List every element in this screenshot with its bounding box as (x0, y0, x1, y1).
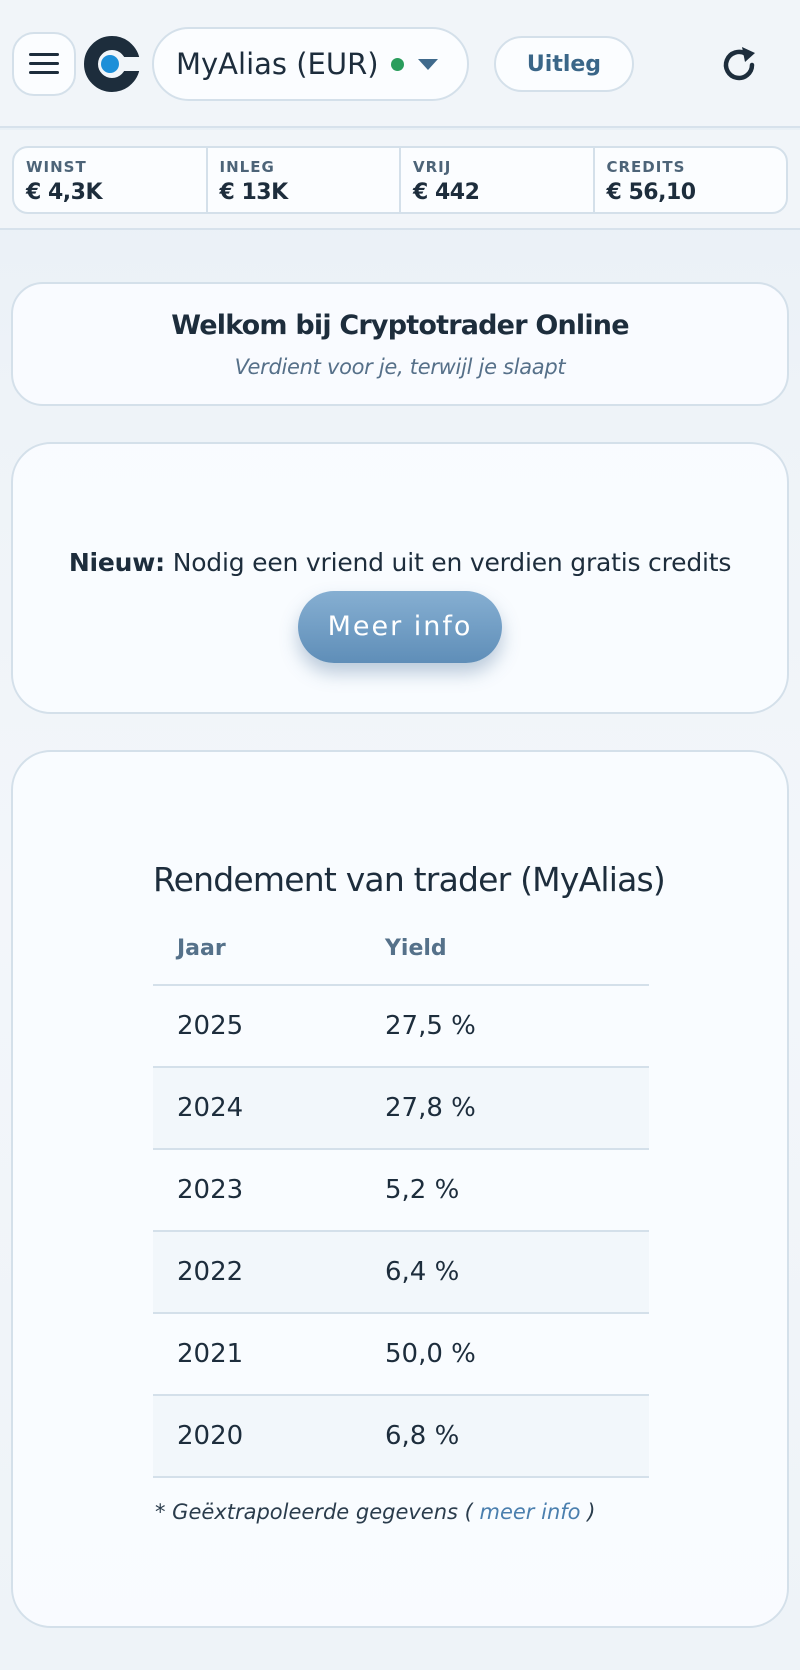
year-cell: 2022 (177, 1257, 244, 1287)
top-bar: MyAlias (EUR) Uitleg (0, 0, 800, 128)
invite-more-info-button[interactable]: Meer info (298, 591, 502, 663)
footnote: * Geëxtrapoleerde gegevens ( meer info ) (155, 1500, 595, 1524)
explain-button[interactable]: Uitleg (494, 36, 634, 92)
invite-text: Nieuw: Nodig een vriend uit en verdien g… (13, 548, 787, 577)
footnote-more-info-link[interactable]: meer info (480, 1500, 581, 1524)
stat-value: € 4,3K (26, 180, 102, 205)
invite-prefix: Nieuw: (68, 548, 165, 577)
footnote-suffix: ) (580, 1500, 596, 1524)
refresh-icon[interactable] (718, 44, 760, 86)
yield-cell: 27,5 % (385, 1011, 476, 1041)
stat-credits: CREDITS € 56,10 (592, 148, 787, 212)
stat-label: VRIJ (413, 158, 452, 176)
table-row: 2021 50,0 % (153, 1314, 649, 1396)
yield-card: Rendement van trader (MyAlias) Jaar Yiel… (11, 750, 789, 1628)
yield-cell: 6,4 % (385, 1257, 460, 1287)
menu-button[interactable] (12, 32, 76, 96)
yield-cell: 50,0 % (385, 1339, 476, 1369)
welcome-subtitle: Verdient voor je, terwijl je slaapt (234, 355, 566, 379)
yield-cell: 6,8 % (385, 1421, 460, 1451)
yield-table: Jaar Yield 2025 27,5 % 2024 27,8 % 2023 … (153, 912, 649, 1478)
column-header-yield: Yield (385, 935, 447, 961)
chevron-down-icon (417, 58, 438, 70)
table-row: 2022 6,4 % (153, 1232, 649, 1314)
welcome-title: Welkom bij Cryptotrader Online (171, 310, 629, 341)
table-row: 2024 27,8 % (153, 1068, 649, 1150)
stat-label: WINST (26, 158, 87, 176)
welcome-card: Welkom bij Cryptotrader Online Verdient … (11, 282, 789, 406)
table-row: 2020 6,8 % (153, 1396, 649, 1478)
table-header: Jaar Yield (153, 912, 649, 986)
status-dot (390, 57, 404, 71)
stat-value: € 13K (219, 180, 289, 205)
yield-cell: 27,8 % (385, 1093, 476, 1123)
stat-winst: WINST € 4,3K (14, 148, 206, 212)
stat-vrij: VRIJ € 442 (399, 148, 593, 212)
year-cell: 2021 (177, 1339, 244, 1369)
column-header-year: Jaar (177, 935, 226, 961)
year-cell: 2025 (177, 1011, 244, 1041)
logo-icon (84, 36, 140, 92)
stat-label: CREDITS (606, 158, 686, 176)
invite-message: Nodig een vriend uit en verdien gratis c… (164, 548, 732, 577)
yield-cell: 5,2 % (385, 1175, 460, 1205)
account-name: MyAlias (EUR) (176, 47, 379, 81)
table-row: 2025 27,5 % (153, 986, 649, 1068)
table-row: 2023 5,2 % (153, 1150, 649, 1232)
footnote-text: * Geëxtrapoleerde gegevens ( (155, 1500, 480, 1524)
invite-card: Nieuw: Nodig een vriend uit en verdien g… (11, 442, 789, 714)
menu-icon (29, 53, 59, 75)
stats-panel: WINST € 4,3K INLEG € 13K VRIJ € 442 CRED… (12, 146, 788, 214)
yield-title: Rendement van trader (MyAlias) (153, 860, 666, 899)
stat-value: € 442 (413, 180, 480, 205)
year-cell: 2023 (177, 1175, 244, 1205)
stat-inleg: INLEG € 13K (205, 148, 400, 212)
stat-label: INLEG (219, 158, 275, 176)
stats-bar: WINST € 4,3K INLEG € 13K VRIJ € 442 CRED… (0, 130, 800, 230)
year-cell: 2024 (177, 1093, 244, 1123)
stat-value: € 56,10 (606, 180, 697, 205)
year-cell: 2020 (177, 1421, 244, 1451)
account-selector[interactable]: MyAlias (EUR) (152, 27, 469, 101)
